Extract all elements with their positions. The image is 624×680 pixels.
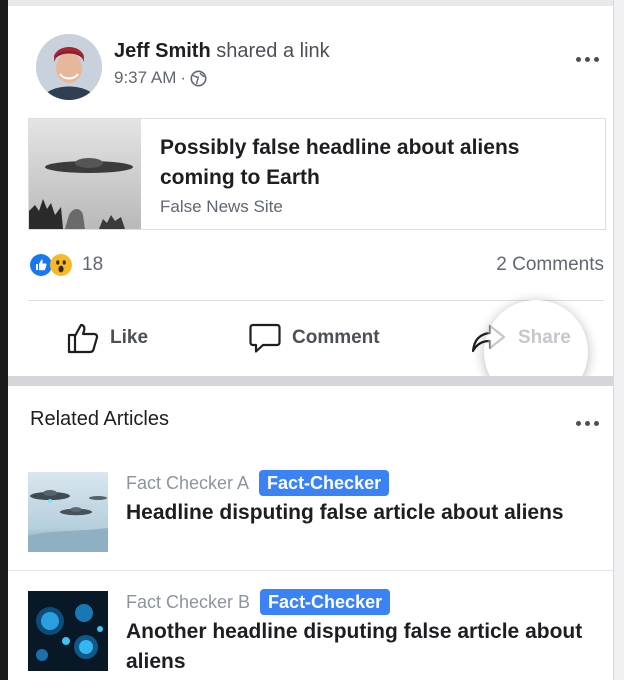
fact-checker-name[interactable]: Fact Checker B xyxy=(126,592,250,613)
shared-action-text: shared a link xyxy=(216,40,330,62)
section-separator xyxy=(8,376,614,386)
article-headline[interactable]: Headline disputing false article about a… xyxy=(126,498,596,528)
article-thumbnail-ufo-image xyxy=(28,472,108,552)
shared-link-card[interactable]: Possibly false headline about aliens com… xyxy=(28,118,606,230)
window-frame-right xyxy=(613,0,624,680)
more-dot-icon xyxy=(584,56,590,62)
comments-count-link[interactable]: 2 Comments xyxy=(496,254,604,276)
author-avatar[interactable] xyxy=(36,34,102,100)
wow-reaction-icon xyxy=(50,254,72,276)
article-source-row: Fact Checker B Fact-Checker xyxy=(126,589,391,615)
comment-label: Comment xyxy=(292,327,380,348)
comment-bubble-icon xyxy=(248,322,282,354)
more-dot-icon xyxy=(584,420,590,426)
post-meta: 9:37 AM · xyxy=(114,68,207,88)
related-articles-title: Related Articles xyxy=(30,408,169,430)
thumbs-up-icon xyxy=(66,322,100,354)
article-thumbnail-virus-image xyxy=(28,591,108,671)
like-reaction-icon xyxy=(30,254,52,276)
article-headline[interactable]: Another headline disputing false article… xyxy=(126,617,596,677)
more-dot-icon xyxy=(593,56,599,62)
like-label: Like xyxy=(110,327,149,348)
related-article-item[interactable]: Fact Checker A Fact-Checker Headline dis… xyxy=(8,452,614,571)
reactions-summary[interactable]: 18 xyxy=(30,254,103,276)
fact-checker-badge: Fact-Checker xyxy=(259,470,390,496)
author-name[interactable]: Jeff Smith xyxy=(114,40,211,62)
more-dot-icon xyxy=(575,56,581,62)
meta-separator: · xyxy=(180,68,187,87)
article-source-row: Fact Checker A Fact-Checker xyxy=(126,470,390,496)
like-button[interactable]: Like xyxy=(66,322,148,354)
post-options-button[interactable] xyxy=(570,50,604,68)
related-article-item[interactable]: Fact Checker B Fact-Checker Another head… xyxy=(8,571,614,680)
related-options-button[interactable] xyxy=(570,414,604,432)
related-articles-header: Related Articles xyxy=(8,386,614,453)
link-thumbnail-ufo-image xyxy=(29,119,141,229)
globe-icon xyxy=(190,70,207,87)
share-button[interactable]: Share xyxy=(470,322,571,354)
fact-checker-name[interactable]: Fact Checker A xyxy=(126,473,249,494)
more-dot-icon xyxy=(575,420,581,426)
fact-checker-badge: Fact-Checker xyxy=(260,589,391,615)
reaction-count: 18 xyxy=(82,254,104,275)
post-header-line: Jeff Smith shared a link xyxy=(114,40,330,63)
link-source: False News Site xyxy=(160,197,283,216)
share-label: Share xyxy=(518,327,571,348)
comment-button[interactable]: Comment xyxy=(248,322,380,354)
more-dot-icon xyxy=(593,420,599,426)
post-time[interactable]: 9:37 AM xyxy=(114,68,176,88)
share-arrow-icon xyxy=(470,322,508,354)
window-frame-left xyxy=(0,0,8,680)
post-divider xyxy=(28,300,604,301)
link-title[interactable]: Possibly false headline about aliens com… xyxy=(160,133,580,193)
news-feed-post: Jeff Smith shared a link 9:37 AM · Possi… xyxy=(8,6,614,404)
